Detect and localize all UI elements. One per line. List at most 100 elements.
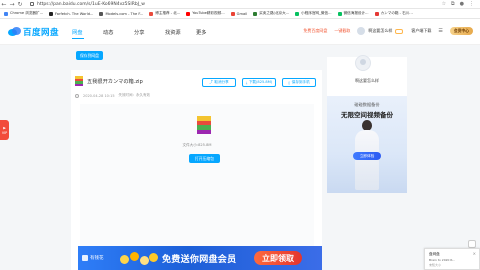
bookmark-item[interactable]: 微信海报设计... bbox=[336, 11, 371, 16]
bookmark-item[interactable]: Chrome 浏览器扩... bbox=[2, 11, 45, 16]
reload-icon[interactable]: ↻ bbox=[16, 0, 24, 8]
bookmark-item[interactable]: YouTube精彩视频... bbox=[184, 11, 226, 16]
zip-preview-panel: 文件大小:825.8M 打开压缩包 bbox=[80, 104, 314, 264]
logo-text: 百度网盘 bbox=[23, 28, 60, 38]
main-nav: 网盘 动态 分享 找资源 更多 bbox=[72, 29, 227, 39]
bookmark-label: 买卖之路(北京大... bbox=[259, 11, 290, 15]
url-field[interactable]: https://pan.baidu.com/s/1uE-Ko69N4vz5SIR… bbox=[30, 2, 145, 7]
profile-icon[interactable]: ● bbox=[460, 1, 464, 7]
bookmark-item[interactable]: Farfetch. The World... bbox=[47, 11, 95, 16]
share-icon: ⤴ bbox=[209, 80, 213, 84]
bookmark-favicon-icon bbox=[253, 11, 258, 16]
ad-subtitle: 碰碰数据备份 bbox=[354, 102, 380, 107]
sidebar-avatar[interactable] bbox=[355, 55, 371, 71]
bookmark-label: 小程序官网_微信... bbox=[301, 11, 332, 15]
banner-logo: 有钱花 bbox=[82, 255, 104, 261]
user-name[interactable]: 啊这要怎么样 bbox=[368, 28, 392, 34]
download-icon: ⤓ bbox=[245, 80, 248, 85]
file-size: 文件大小:825.8M bbox=[182, 143, 212, 147]
promo-link-2[interactable]: 一键截取 bbox=[334, 28, 350, 34]
sidebar-user-name[interactable]: 啊这要怎么样 bbox=[327, 78, 407, 84]
nav-item-pan[interactable]: 网盘 bbox=[72, 29, 103, 39]
close-icon[interactable]: × bbox=[473, 251, 476, 256]
banner-text: 免费送你网盘会员 bbox=[162, 255, 237, 265]
bookmark-label: 微信海报设计... bbox=[343, 11, 369, 15]
file-card: 五我很开カンマの箱.zip ⤴ 取消分享 ⤓ 下载(825.8M) ▯ 保存到手机 2… bbox=[71, 70, 322, 270]
download-popup-title: 盘网盘 bbox=[429, 252, 440, 256]
cancel-share-label: 取消分享 bbox=[214, 80, 229, 84]
expiry-text: 失效时间：永久有效 bbox=[118, 93, 151, 97]
download-button[interactable]: ⤓ 下载(825.8M) bbox=[242, 78, 276, 87]
save-to-phone-label: 保存到手机 bbox=[291, 80, 310, 84]
nav-item-more[interactable]: 更多 bbox=[196, 29, 227, 36]
bookmark-item[interactable]: カンマの箱 - 石川... bbox=[373, 11, 415, 16]
banner-claim-button[interactable]: 立即领取 bbox=[254, 251, 302, 265]
vip-level-badge bbox=[395, 28, 404, 34]
bookmark-item[interactable]: 小程序官网_微信... bbox=[293, 11, 333, 16]
bookmark-item[interactable]: 博主推荐 - 北... bbox=[147, 11, 182, 16]
save-to-pan-button[interactable]: 保存到网盘 bbox=[76, 51, 103, 60]
bookmark-favicon-icon bbox=[149, 11, 154, 16]
cancel-share-button[interactable]: ⤴ 取消分享 bbox=[202, 78, 236, 87]
bookmark-favicon-icon bbox=[186, 11, 191, 16]
bookmark-favicon-icon bbox=[374, 11, 379, 16]
pan-header: 百度网盘 网盘 动态 分享 找资源 更多 免费百度网盘 一键截取 啊这要怎么样 … bbox=[0, 19, 480, 45]
bookmark-label: カンマの箱 - 石川... bbox=[380, 11, 413, 15]
vip-tab-label: VIP bbox=[1, 130, 8, 135]
ad-try-button[interactable]: 立即体验 bbox=[353, 152, 381, 160]
cloud-logo-icon bbox=[8, 27, 21, 37]
url-text[interactable]: https://pan.baidu.com/s/1uE-Ko69N4vz5SIR… bbox=[37, 2, 145, 7]
download-status: 未知大小 bbox=[429, 263, 442, 267]
bookmark-favicon-icon bbox=[99, 11, 104, 16]
hamburger-icon[interactable]: ☰ bbox=[438, 28, 442, 34]
forward-icon[interactable]: → bbox=[8, 0, 16, 8]
lock-icon bbox=[30, 2, 34, 6]
bookmark-item[interactable]: Gmail bbox=[229, 11, 250, 16]
vip-side-tab[interactable]: ▶ VIP bbox=[0, 120, 9, 140]
clock-icon bbox=[75, 93, 79, 98]
bookmark-favicon-icon bbox=[337, 11, 342, 16]
client-download-link[interactable]: 客户端下载 bbox=[411, 28, 431, 34]
download-filename: Brain to 2020 R... bbox=[429, 258, 456, 262]
zip-file-icon bbox=[75, 76, 83, 86]
banner-logo-icon bbox=[82, 255, 88, 261]
phone-icon: ▯ bbox=[288, 80, 291, 85]
zip-archive-icon bbox=[197, 116, 211, 134]
ad-title: 无限空间视频备份 bbox=[341, 111, 393, 119]
file-name: 五我很开カンマの箱.zip bbox=[87, 78, 143, 85]
feedback-icon[interactable] bbox=[468, 240, 476, 248]
coin-decoration-icon bbox=[118, 252, 158, 266]
nav-item-share[interactable]: 分享 bbox=[134, 29, 165, 36]
bookmark-label: Models.com - The F... bbox=[105, 11, 144, 16]
banner-logo-text: 有钱花 bbox=[90, 256, 104, 261]
star-icon[interactable]: ☆ bbox=[442, 1, 446, 7]
promo-banner[interactable]: 有钱花 免费送你网盘会员 立即领取 bbox=[78, 246, 322, 270]
download-popup[interactable]: 盘网盘 × Brain to 2020 R... 未知大小 bbox=[424, 248, 480, 270]
vip-center-button[interactable]: 会员中心 bbox=[449, 27, 473, 35]
bookmark-favicon-icon bbox=[4, 11, 8, 16]
save-to-phone-button[interactable]: ▯ 保存到手机 bbox=[282, 78, 316, 87]
menu-icon[interactable]: ⋮ bbox=[469, 1, 474, 7]
avatar[interactable] bbox=[357, 27, 366, 35]
baidu-pan-logo[interactable]: 百度网盘 bbox=[8, 26, 59, 38]
bookmark-item[interactable]: 买卖之路(北京大... bbox=[251, 11, 291, 16]
bookmark-label: Chrome 浏览器扩... bbox=[10, 11, 44, 15]
open-archive-button[interactable]: 打开压缩包 bbox=[189, 154, 220, 163]
nav-item-activity[interactable]: 动态 bbox=[103, 29, 134, 36]
browser-address-bar: ← → ↻ https://pan.baidu.com/s/1uE-Ko69N4… bbox=[0, 0, 480, 9]
back-icon[interactable]: ← bbox=[0, 0, 8, 8]
promo-link[interactable]: 免费百度网盘 bbox=[303, 28, 327, 34]
extension-icon[interactable]: ⧉ bbox=[451, 1, 455, 7]
bookmark-label: YouTube精彩视频... bbox=[192, 11, 225, 15]
share-date: 2020-04-28 10:15 bbox=[83, 93, 115, 98]
content-area: 保存到网盘 五我很开カンマの箱.zip ⤴ 取消分享 ⤓ 下载(825.8M) ▯ 保… bbox=[0, 45, 480, 270]
bookmarks-bar: Chrome 浏览器扩... Farfetch. The World... Mode… bbox=[0, 9, 480, 19]
bookmark-favicon-icon bbox=[295, 11, 300, 16]
bookmark-favicon-icon bbox=[49, 11, 54, 16]
bookmark-label: 博主推荐 - 北... bbox=[155, 11, 181, 15]
download-label: 下载(825.8M) bbox=[248, 80, 273, 84]
nav-item-resources[interactable]: 找资源 bbox=[165, 29, 196, 36]
bookmark-favicon-icon bbox=[230, 11, 235, 16]
backup-ad[interactable]: 碰碰数据备份 无限空间视频备份 bbox=[327, 96, 407, 193]
bookmark-item[interactable]: Models.com - The F... bbox=[97, 11, 145, 16]
